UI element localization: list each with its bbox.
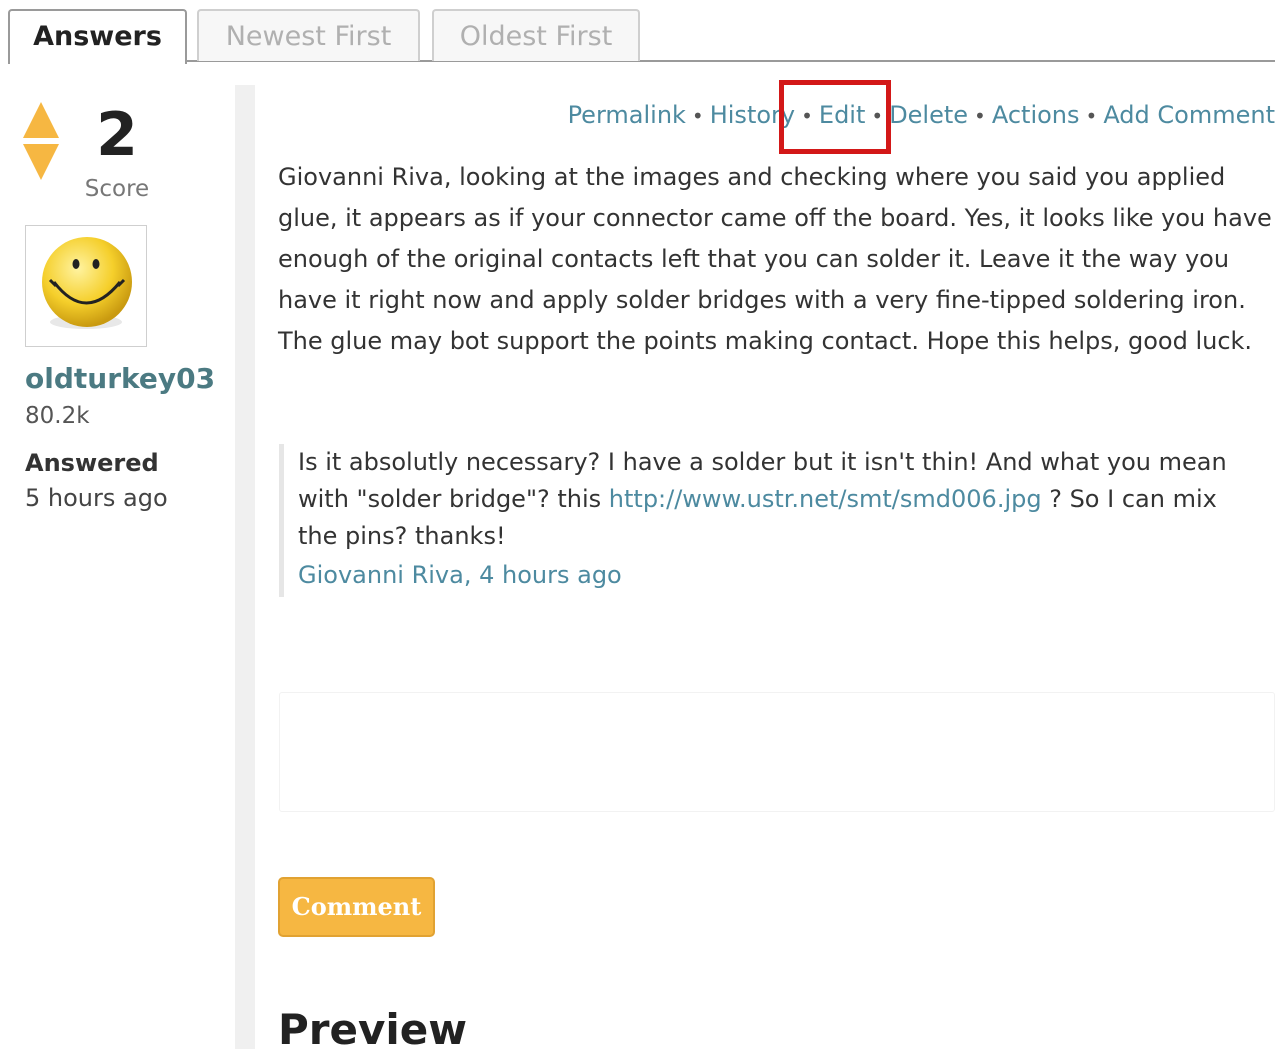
upvote-arrow-icon[interactable] bbox=[23, 102, 59, 138]
vote-controls bbox=[22, 98, 62, 182]
tab-oldest-first[interactable]: Oldest First bbox=[432, 9, 640, 61]
edit-highlight-box bbox=[779, 80, 891, 154]
tab-newest-first[interactable]: Newest First bbox=[197, 9, 420, 61]
comment-meta: Giovanni Riva, 4 hours ago bbox=[298, 555, 1259, 595]
comment-author-link[interactable]: Giovanni Riva bbox=[298, 561, 464, 589]
delete-link[interactable]: Delete bbox=[889, 101, 968, 129]
author-username[interactable]: oldturkey03 bbox=[25, 362, 215, 395]
answer-divider bbox=[235, 85, 255, 1049]
comment: Is it absolutly necessary? I have a sold… bbox=[279, 444, 1259, 597]
answered-label: Answered bbox=[25, 449, 159, 477]
author-reputation: 80.2k bbox=[25, 403, 90, 429]
tab-answers[interactable]: Answers bbox=[8, 9, 187, 64]
separator: • bbox=[691, 104, 704, 128]
comment-image-link[interactable]: http://www.ustr.net/smt/smd006.jpg bbox=[609, 485, 1042, 513]
separator: • bbox=[974, 104, 986, 128]
comment-input[interactable] bbox=[279, 692, 1275, 812]
answered-time: 5 hours ago bbox=[25, 484, 168, 512]
smiley-face-icon bbox=[42, 237, 132, 329]
comment-time: , 4 hours ago bbox=[463, 561, 622, 589]
permalink-link[interactable]: Permalink bbox=[568, 101, 686, 129]
score-label: Score bbox=[84, 176, 150, 202]
add-comment-link[interactable]: Add Comment bbox=[1103, 101, 1275, 129]
comment-button[interactable]: Comment bbox=[278, 877, 435, 937]
preview-heading: Preview bbox=[278, 1005, 468, 1054]
downvote-arrow-icon[interactable] bbox=[23, 144, 59, 180]
comment-text: Is it absolutly necessary? I have a sold… bbox=[298, 448, 1227, 550]
score-value: 2 bbox=[96, 100, 138, 170]
answer-text: Giovanni Riva, looking at the images and… bbox=[278, 163, 1272, 355]
answer-actions: Permalink • History • Edit • Delete • Actions • Ad… bbox=[568, 101, 1275, 129]
actions-link[interactable]: Actions bbox=[992, 101, 1080, 129]
separator: • bbox=[1085, 104, 1098, 128]
answer-sort-tabs: Answers Newest First Oldest First bbox=[0, 0, 1279, 64]
avatar[interactable] bbox=[25, 225, 147, 347]
